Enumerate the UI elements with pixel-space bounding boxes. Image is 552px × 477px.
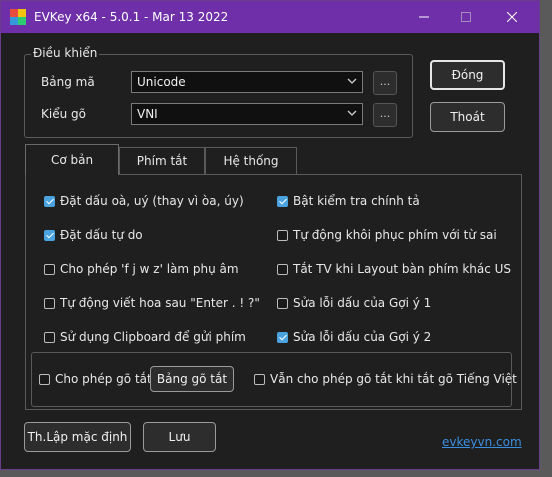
window-title: EVKey x64 - 5.0.1 - Mar 13 2022 xyxy=(34,10,229,24)
checkbox-box[interactable] xyxy=(44,229,55,241)
option-checkbox[interactable]: Đặt dấu tự do xyxy=(44,228,143,242)
option-label: Tự động viết hoa sau "Enter . ! ?" xyxy=(60,296,260,310)
tab-shortcuts[interactable]: Phím tắt xyxy=(119,147,205,174)
checkbox-box[interactable] xyxy=(254,373,265,385)
reset-default-button[interactable]: Th.Lập mặc định xyxy=(24,422,131,452)
allow-shortcut-label: Cho phép gõ tắt xyxy=(55,372,152,386)
close-icon[interactable] xyxy=(489,1,535,33)
charset-select[interactable]: Unicode xyxy=(131,71,363,93)
checkbox-box[interactable] xyxy=(39,373,50,385)
option-label: Sửa lỗi dấu của Gợi ý 1 xyxy=(293,296,432,310)
option-label: Đặt dấu oà, uý (thay vì òa, úy) xyxy=(60,194,244,208)
input-method-select[interactable]: VNI xyxy=(131,103,363,125)
keep-shortcut-label: Vẫn cho phép gõ tắt khi tắt gõ Tiếng Việ… xyxy=(270,372,517,386)
option-checkbox[interactable]: Đặt dấu oà, uý (thay vì òa, úy) xyxy=(44,194,244,208)
checkbox-box[interactable] xyxy=(44,331,55,343)
exit-button[interactable]: Thoát xyxy=(430,102,505,132)
title-bar[interactable]: EVKey x64 - 5.0.1 - Mar 13 2022 xyxy=(1,1,539,33)
option-label: Đặt dấu tự do xyxy=(60,228,143,242)
input-method-more-button[interactable]: ... xyxy=(373,103,397,127)
option-label: Tắt TV khi Layout bàn phím khác US xyxy=(293,262,512,276)
option-label: Bật kiểm tra chính tả xyxy=(293,194,420,208)
option-label: Sử dụng Clipboard để gửi phím xyxy=(60,330,246,344)
option-checkbox[interactable]: Sửa lỗi dấu của Gợi ý 2 xyxy=(277,330,431,344)
close-button[interactable]: Đóng xyxy=(430,60,505,90)
option-checkbox[interactable]: Tự động viết hoa sau "Enter . ! ?" xyxy=(44,296,260,310)
option-label: Sửa lỗi dấu của Gợi ý 2 xyxy=(293,330,432,344)
shortcut-table-button[interactable]: Bảng gõ tắt xyxy=(150,366,234,392)
option-label: Tự động khôi phục phím với từ sai xyxy=(293,228,497,242)
option-checkbox[interactable]: Sửa lỗi dấu của Gợi ý 1 xyxy=(277,296,431,310)
minimize-icon[interactable] xyxy=(401,1,447,33)
save-button[interactable]: Lưu xyxy=(143,422,216,452)
chevron-down-icon xyxy=(347,78,357,84)
control-group: Điều khiển xyxy=(24,46,413,138)
option-label: Cho phép 'f j w z' làm phụ âm xyxy=(60,262,239,276)
evkey-app-icon xyxy=(10,9,26,25)
control-group-legend: Điều khiển xyxy=(31,46,100,60)
charset-label: Bảng mã xyxy=(41,75,95,89)
chevron-down-icon xyxy=(347,110,357,116)
evkey-window: EVKey x64 - 5.0.1 - Mar 13 2022 Điều khi… xyxy=(0,0,540,470)
option-checkbox[interactable]: Tự động khôi phục phím với từ sai xyxy=(277,228,497,242)
option-checkbox[interactable]: Cho phép 'f j w z' làm phụ âm xyxy=(44,262,239,276)
checkbox-box[interactable] xyxy=(44,195,55,207)
checkbox-box[interactable] xyxy=(44,297,55,309)
input-method-label: Kiểu gõ xyxy=(41,107,86,121)
tab-system[interactable]: Hệ thống xyxy=(205,147,297,174)
option-checkbox[interactable]: Sử dụng Clipboard để gửi phím xyxy=(44,330,246,344)
checkbox-box[interactable] xyxy=(277,297,288,309)
charset-value: Unicode xyxy=(137,75,186,89)
keep-shortcut-checkbox[interactable]: Vẫn cho phép gõ tắt khi tắt gõ Tiếng Việ… xyxy=(254,372,517,386)
input-method-value: VNI xyxy=(137,107,158,121)
checkbox-box[interactable] xyxy=(277,263,288,275)
tab-basic[interactable]: Cơ bản xyxy=(25,144,119,175)
checkbox-box[interactable] xyxy=(44,263,55,275)
checkbox-box[interactable] xyxy=(277,195,288,207)
allow-shortcut-checkbox[interactable]: Cho phép gõ tắt xyxy=(39,372,152,386)
maximize-icon[interactable] xyxy=(443,1,489,33)
website-link[interactable]: evkeyvn.com xyxy=(442,435,522,449)
checkbox-box[interactable] xyxy=(277,229,288,241)
option-checkbox[interactable]: Tắt TV khi Layout bàn phím khác US xyxy=(277,262,511,276)
checkbox-box[interactable] xyxy=(277,331,288,343)
charset-more-button[interactable]: ... xyxy=(373,71,397,95)
option-checkbox[interactable]: Bật kiểm tra chính tả xyxy=(277,194,420,208)
